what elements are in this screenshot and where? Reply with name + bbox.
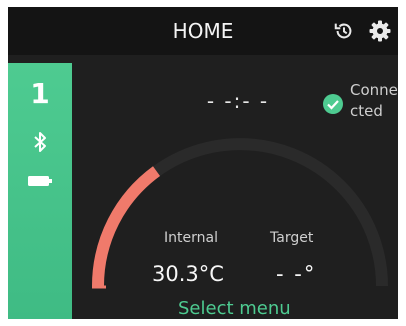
gauge-track	[92, 138, 388, 287]
select-menu-button[interactable]: Select menu	[178, 298, 291, 319]
internal-temperature: 30.3°C	[152, 262, 224, 286]
internal-label: Internal	[164, 230, 218, 246]
target-temperature[interactable]: - -°	[276, 262, 316, 286]
device-screen: HOME 1 - -:- - Connected Internal Target…	[8, 7, 398, 319]
target-label: Target	[270, 230, 314, 246]
gauge-fill	[92, 166, 161, 287]
